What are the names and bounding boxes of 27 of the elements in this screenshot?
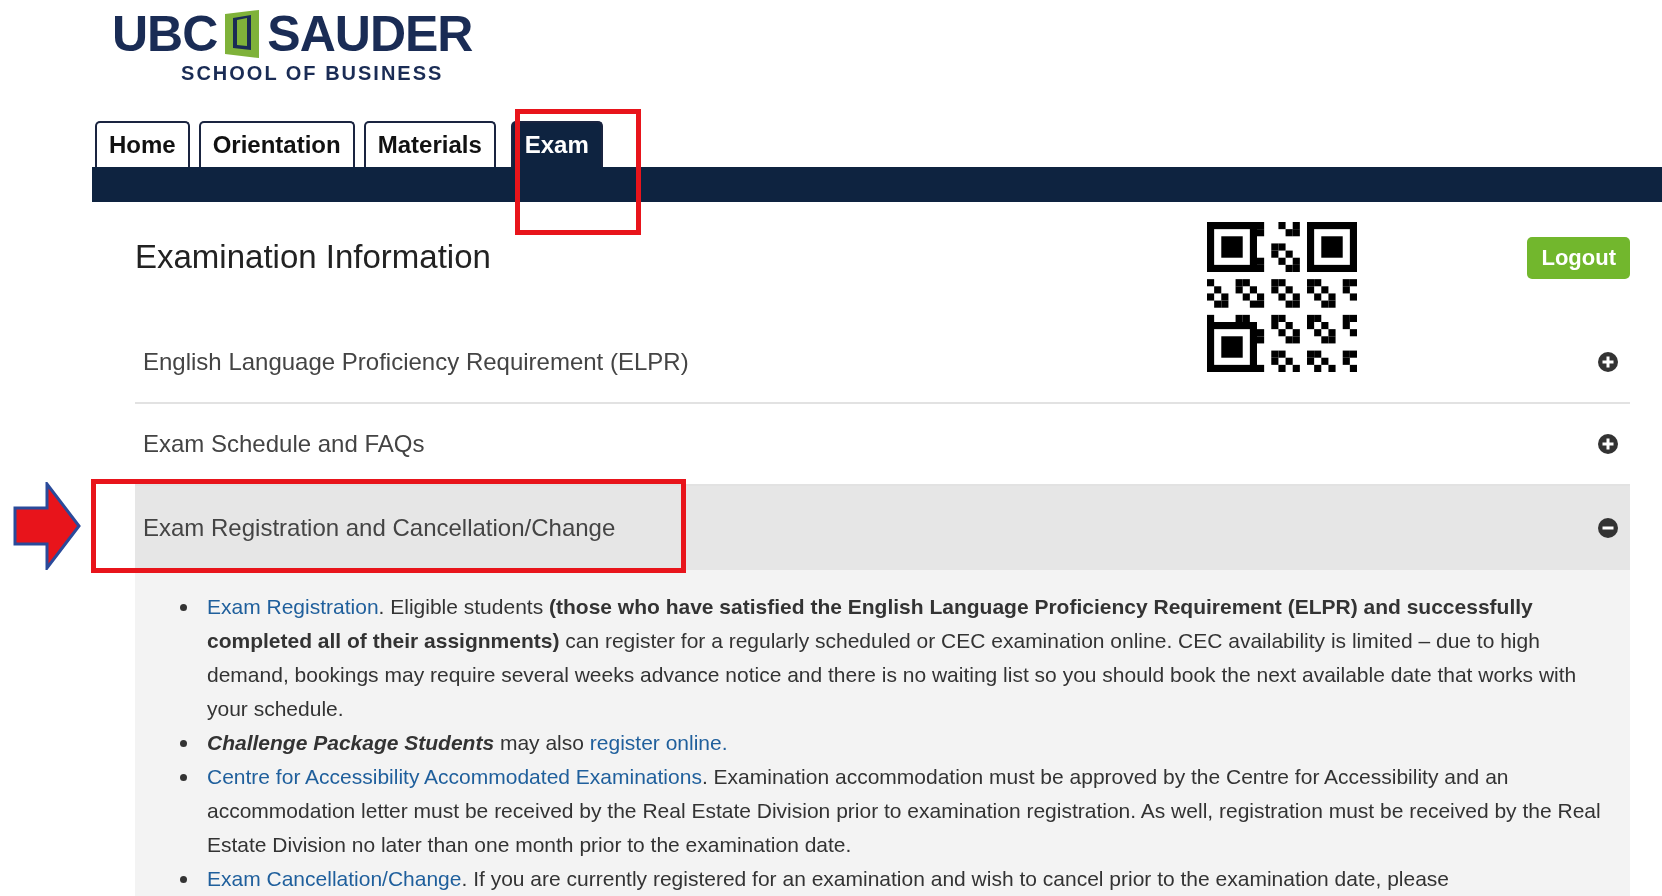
expand-icon <box>1598 352 1618 372</box>
list-item-text: Exam Registration. Eligible students (those who have satisfied the English Language Proficiency Requirement (ELPR) and successfully completed all of their assignments) can register for a regularly scheduled or CEC examination online. CEC availability is limited – due to high demand, bookings may require several weeks advance notice and there is no waiting list so you should book the next available date that works with your schedule. <box>207 594 1578 722</box>
logo-tagline: SCHOOL OF BUSINESS <box>181 62 444 85</box>
list-item-text: Challenge Package Students may also register online. <box>207 730 728 756</box>
list-item-text: Exam Cancellation/Change. If you are currently registered for an examination and wish to cancel prior to the examination date, please <box>207 866 1450 892</box>
text-link[interactable]: Exam Registration <box>207 595 379 618</box>
text-link[interactable]: Exam Cancellation/Change <box>207 867 462 890</box>
collapse-icon <box>1598 518 1618 538</box>
text-link[interactable]: register online. <box>589 731 728 754</box>
nav-tab[interactable]: Exam <box>510 121 603 167</box>
page-heading: Examination Information <box>135 238 492 276</box>
logo-text: SAUDER <box>267 6 473 62</box>
arrow-icon <box>13 482 81 570</box>
list-item-text: Centre for Accessibility Accommodated Examinations. Examination accommodation must be approved by the Centre for Accessibility and an accommodation letter must be received by the Real Estate Division prior to examination registration. As well, registration must be received by the Real Estate Division no later than one month prior to the examination date. <box>207 764 1602 858</box>
bullet-icon <box>180 876 187 883</box>
nav-tab[interactable]: Materials <box>363 121 496 167</box>
logo-icon <box>223 10 262 58</box>
bullet-icon <box>180 740 187 747</box>
accordion-header[interactable]: Exam Registration and Cancellation/Change <box>135 486 1630 570</box>
logo-text: UBC <box>112 6 218 62</box>
text-link[interactable]: Centre for Accessibility Accommodated Examinations <box>207 765 702 788</box>
bullet-icon <box>180 774 187 781</box>
accordion-header[interactable]: English Language Proficiency Requirement (ELPR) <box>135 322 1630 404</box>
nav-tab[interactable]: Home <box>95 121 190 167</box>
bullet-icon <box>180 604 187 611</box>
expand-icon <box>1598 434 1618 454</box>
nav-tab[interactable]: Orientation <box>198 121 355 167</box>
